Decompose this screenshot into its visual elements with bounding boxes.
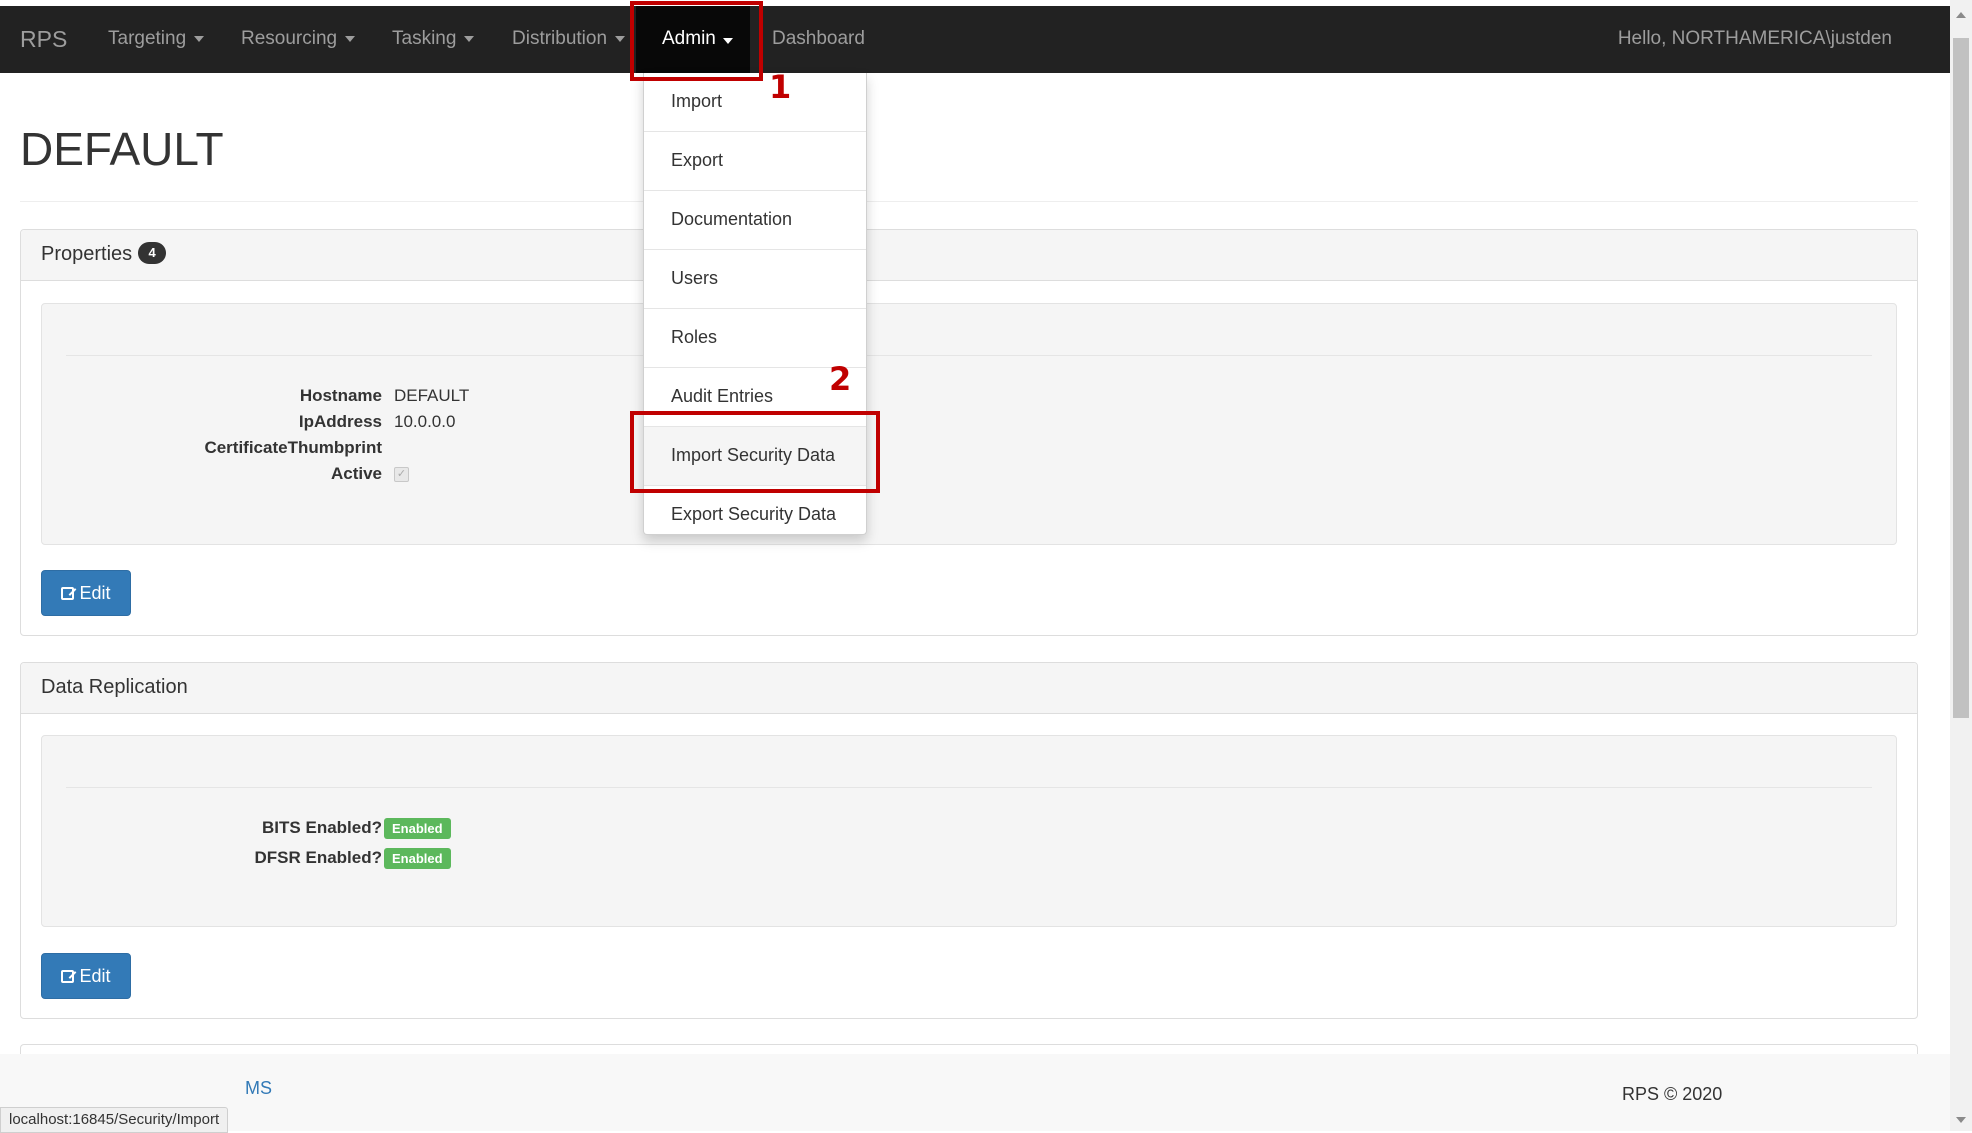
- field-value-hostname: DEFAULT: [394, 386, 470, 405]
- field-label-dfsr-enabled: DFSR Enabled?: [254, 848, 382, 867]
- edit-replication-label: Edit: [79, 966, 111, 986]
- edit-replication-button[interactable]: Edit: [41, 953, 131, 999]
- data-replication-panel-title: Data Replication: [41, 676, 188, 698]
- annotation-step-1: 1: [769, 68, 792, 106]
- nav-targeting-label: Targeting: [108, 28, 187, 49]
- edit-icon: [61, 970, 75, 983]
- annotation-box-admin: [630, 1, 763, 81]
- chevron-down-icon: [615, 35, 626, 42]
- chevron-down-icon: [345, 35, 356, 42]
- annotation-box-import-security-data: [630, 411, 880, 493]
- properties-panel-heading: Properties 4: [21, 230, 1917, 281]
- menu-item-label: Import: [671, 91, 723, 111]
- menu-item-export[interactable]: Export: [644, 132, 866, 191]
- footer-link[interactable]: MS: [245, 1078, 272, 1099]
- scrollbar-thumb[interactable]: [1953, 38, 1969, 718]
- chevron-down-icon: [464, 35, 475, 42]
- properties-title-text: Properties: [41, 243, 133, 265]
- well-divider: [66, 355, 1872, 356]
- nav-dashboard[interactable]: Dashboard: [772, 28, 865, 50]
- data-replication-well: BITS Enabled? Enabled DFSR Enabled? Enab…: [41, 735, 1897, 927]
- nav-resourcing-label: Resourcing: [241, 28, 338, 49]
- edit-properties-button[interactable]: Edit: [41, 570, 131, 616]
- field-label-certificate-thumbprint: CertificateThumbprint: [204, 438, 382, 457]
- nav-resourcing[interactable]: Resourcing: [241, 28, 356, 50]
- field-label-ipaddress: IpAddress: [298, 412, 382, 431]
- field-label-active: Active: [330, 464, 382, 483]
- menu-item-label: Export: [671, 150, 724, 170]
- data-replication-panel: Data Replication BITS Enabled? Enabled D…: [20, 662, 1918, 1019]
- menu-item-documentation[interactable]: Documentation: [644, 191, 866, 250]
- status-bar-url: localhost:16845/Security/Import: [0, 1107, 229, 1133]
- annotation-step-2: 2: [829, 360, 852, 398]
- user-greeting[interactable]: Hello, NORTHAMERICA\justden: [1618, 28, 1892, 50]
- page-title: DEFAULT: [20, 123, 224, 175]
- menu-item-import[interactable]: Import: [644, 73, 866, 132]
- top-navbar: RPS Targeting Resourcing Tasking Distrib…: [0, 6, 1950, 73]
- nav-distribution-label: Distribution: [512, 28, 608, 49]
- menu-item-label: Export Security Data: [671, 504, 837, 524]
- menu-item-export-security-data[interactable]: Export Security Data: [644, 486, 866, 544]
- properties-panel-title: Properties 4: [41, 241, 167, 266]
- scroll-up-icon[interactable]: [1956, 12, 1966, 18]
- properties-count-badge: 4: [138, 241, 167, 264]
- chevron-down-icon: [194, 35, 205, 42]
- nav-tasking-label: Tasking: [392, 28, 457, 49]
- menu-item-label: Documentation: [671, 209, 793, 229]
- menu-item-users[interactable]: Users: [644, 250, 866, 309]
- nav-distribution[interactable]: Distribution: [512, 28, 626, 50]
- dfsr-enabled-badge: Enabled: [384, 848, 451, 869]
- properties-panel: Properties 4 Hostname DEFAULT IpAddress 1…: [20, 229, 1918, 636]
- bits-enabled-badge: Enabled: [384, 818, 451, 839]
- title-divider: [20, 201, 1918, 202]
- nav-tasking[interactable]: Tasking: [392, 28, 475, 50]
- data-replication-panel-heading: Data Replication: [21, 663, 1917, 714]
- well-divider: [66, 787, 1872, 788]
- field-label-hostname: Hostname: [299, 386, 382, 405]
- footer: MS RPS © 2020: [0, 1054, 1950, 1131]
- edit-icon: [61, 587, 75, 600]
- menu-item-label: Roles: [671, 327, 718, 347]
- footer-copyright: RPS © 2020: [1622, 1084, 1723, 1104]
- menu-item-label: Users: [671, 268, 719, 288]
- field-label-bits-enabled: BITS Enabled?: [262, 818, 382, 837]
- vertical-scrollbar[interactable]: [1950, 0, 1972, 1131]
- field-value-ipaddress: 10.0.0.0: [394, 412, 456, 431]
- active-checkbox: ✓: [394, 467, 409, 482]
- menu-item-label: Audit Entries: [671, 386, 774, 406]
- properties-well: Hostname DEFAULT IpAddress 10.0.0.0 Cert…: [41, 303, 1897, 545]
- brand-link[interactable]: RPS: [20, 26, 67, 53]
- edit-properties-label: Edit: [79, 583, 111, 603]
- nav-targeting[interactable]: Targeting: [108, 28, 205, 50]
- scroll-down-icon[interactable]: [1956, 1117, 1966, 1123]
